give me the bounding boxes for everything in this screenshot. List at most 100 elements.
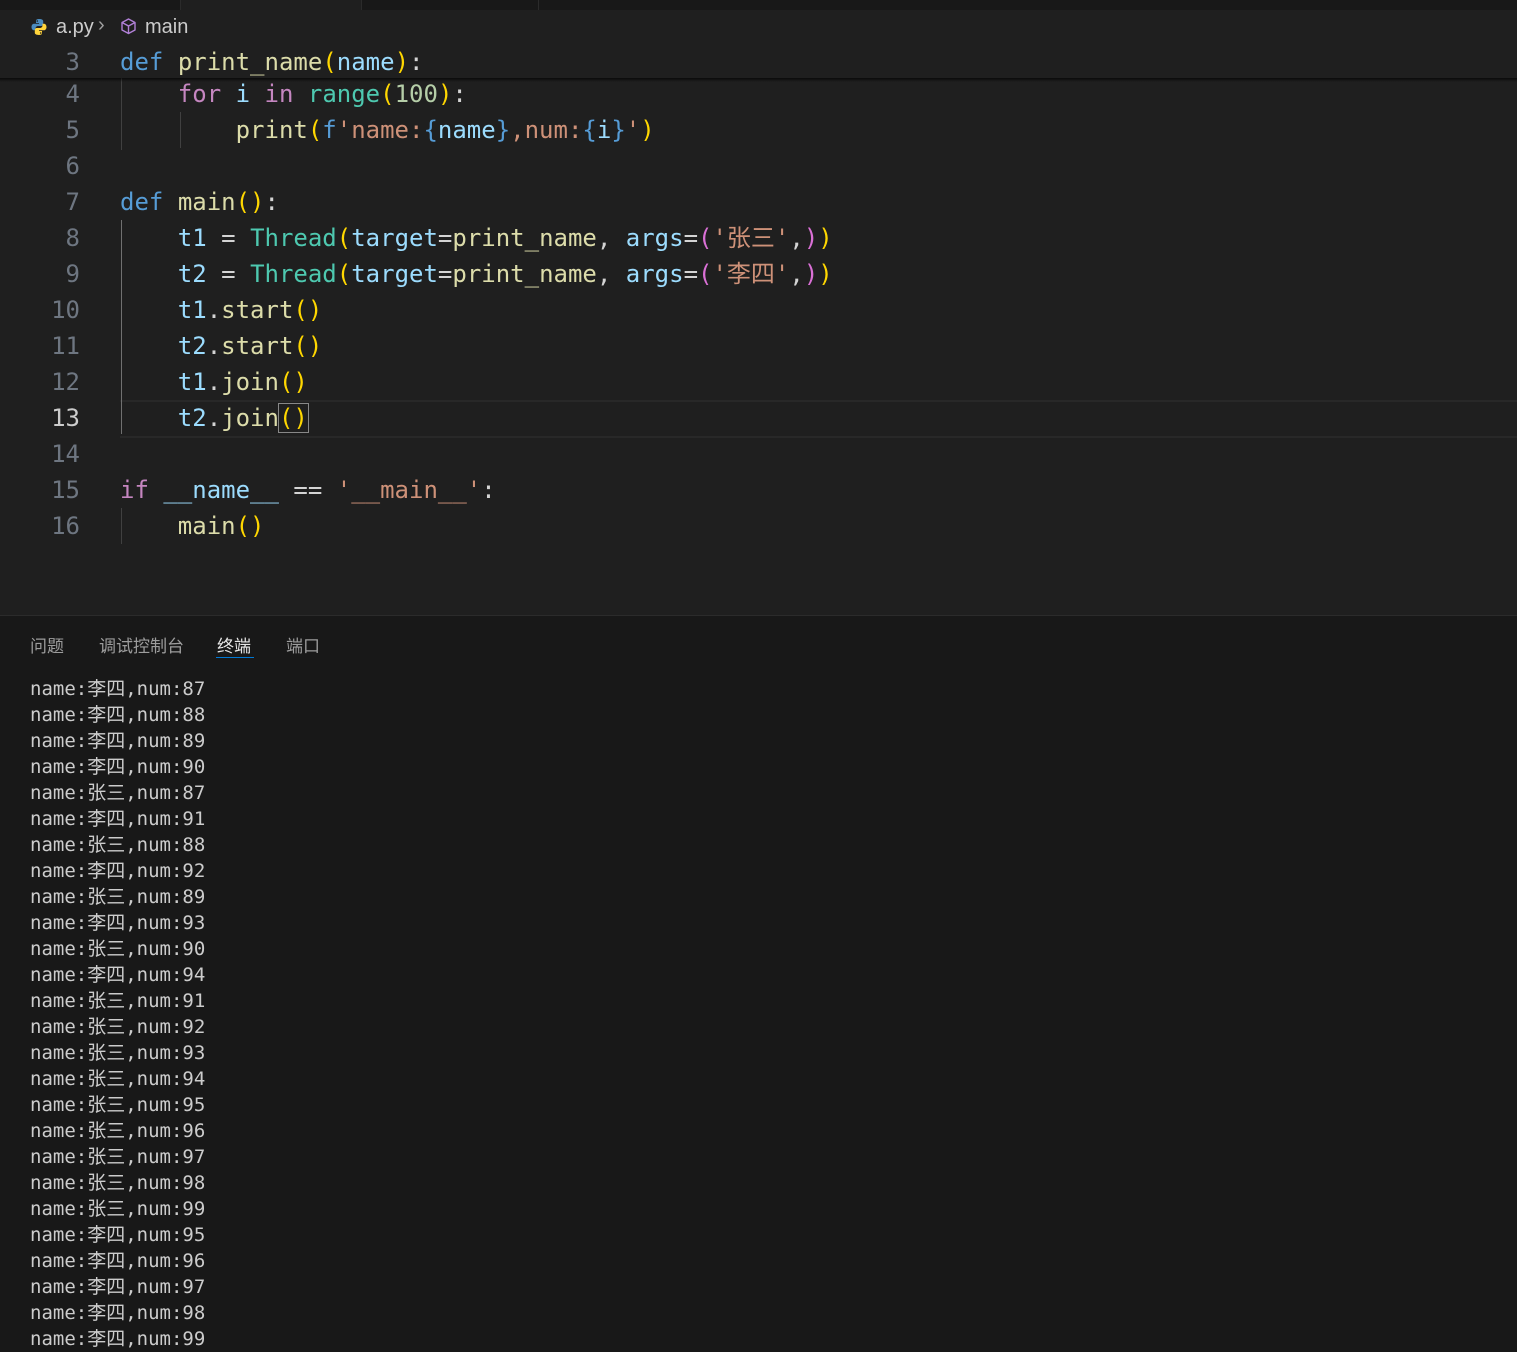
terminal-line: name:李四,num:97 [30,1276,206,1298]
code-token: name [437,116,496,144]
code-token: ( [336,260,352,288]
code-line[interactable]: 8 t1 = Thread(target=print_name, args=('… [0,220,1517,256]
line-code: main() [120,508,265,544]
terminal-line: name:张三,num:88 [30,834,206,856]
code-token: print_name [452,224,597,252]
code-token: : [481,476,496,504]
code-token: () [278,368,308,396]
code-token: main [177,188,236,216]
code-line[interactable]: 5 print(f'name:{name},num:{i}') [0,112,1517,148]
code-line[interactable]: 14 [0,436,1517,472]
code-line[interactable]: 9 t2 = Thread(target=print_name, args=('… [0,256,1517,292]
code-token: '__main__' [336,476,482,504]
code-token: 'name: [336,116,424,144]
code-token: for [177,80,222,108]
code-token: args [625,260,684,288]
code-line[interactable]: 3 def print_name(name): [0,44,1517,80]
code-line[interactable]: 13 t2.join() [0,400,1517,436]
breadcrumb-symbol[interactable]: main [145,16,188,39]
code-editor[interactable]: 3 def print_name(name): 4 for i in range(1… [0,44,1517,615]
terminal-line: name:张三,num:89 [30,886,206,908]
active-tab-indicator [216,657,254,658]
line-number: 13 [51,404,80,432]
code-token: , [596,260,626,288]
code-line[interactable]: 6 [0,148,1517,184]
line-code: t2 = Thread(target=print_name, args=('李四… [120,256,833,292]
code-line[interactable]: 7 def main(): [0,184,1517,220]
line-number: 10 [51,296,80,324]
code-token: = [437,224,453,252]
code-token: print [235,116,308,144]
code-line[interactable]: 11 t2.start() [0,328,1517,364]
terminal-line: name:李四,num:91 [30,808,206,830]
code-token: t1 [177,296,207,324]
tab-terminal[interactable]: 终端 [217,632,251,657]
code-token: = [683,224,699,252]
code-token: } [611,116,626,144]
terminal-line: name:李四,num:90 [30,756,206,778]
code-token: ) [803,224,819,252]
code-token: ) [818,260,833,288]
line-code: print(f'name:{name},num:{i}') [120,112,655,148]
active-editor-tab[interactable] [180,0,362,10]
code-token: , [596,224,626,252]
code-token: ( [698,260,713,288]
line-number: 6 [65,152,80,180]
code-token: in [264,80,294,108]
code-token: def [120,48,164,76]
python-icon [31,19,47,35]
code-token: () [235,188,265,216]
sticky-scroll-shadow [0,78,1517,82]
code-token: = [437,260,453,288]
tab-ports[interactable]: 端口 [286,632,320,657]
line-code: t2.join() [120,400,309,436]
code-token: join [221,368,279,396]
code-line[interactable]: 15 if __name__ == '__main__': [0,472,1517,508]
code-token: f [322,116,337,144]
code-line[interactable]: 10 t1.start() [0,292,1517,328]
terminal-line: name:李四,num:89 [30,730,206,752]
code-token: . [206,332,222,360]
tab-problems[interactable]: 问题 [30,632,64,657]
line-code: t1 = Thread(target=print_name, args=('张三… [120,220,833,256]
code-token: ) [394,48,410,76]
code-token: '李四' [712,260,790,288]
breadcrumb: a.py › main [0,10,1517,44]
code-token: print_name [177,48,323,76]
line-code: def print_name(name): [120,44,423,80]
breadcrumb-file[interactable]: a.py [56,16,94,39]
code-token: ' [625,116,641,144]
terminal-line: name:张三,num:94 [30,1068,206,1090]
code-token: print_name [452,260,597,288]
tab-debug-console[interactable]: 调试控制台 [99,632,184,657]
code-line[interactable]: 16 main() [0,508,1517,544]
code-token: == [278,476,337,504]
code-token: { [582,116,597,144]
terminal-line: name:张三,num:96 [30,1120,206,1142]
terminal-line: name:张三,num:90 [30,938,206,960]
code-token: __name__ [163,476,279,504]
line-code: def main(): [120,184,279,220]
terminal-line: name:李四,num:88 [30,704,206,726]
code-line[interactable]: 12 t1.join() [0,364,1517,400]
code-token: args [625,224,684,252]
terminal-output[interactable]: name:李四,num:87 name:李四,num:88 name:李四,num:… [30,676,205,1352]
code-token: ) [437,80,453,108]
code-token: start [221,296,294,324]
code-token: t2 [177,260,207,288]
code-token: ( [322,48,337,76]
line-code: t1.start() [120,292,323,328]
line-number: 3 [65,48,80,76]
code-token: 100 [394,80,438,108]
code-token: = [206,224,251,252]
code-token: '张三' [712,224,790,252]
